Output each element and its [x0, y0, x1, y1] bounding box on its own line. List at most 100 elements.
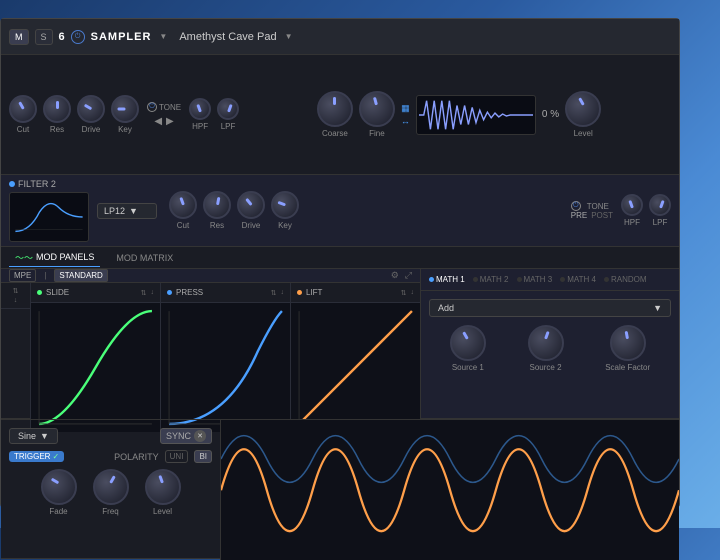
trigger-check-icon: ✓: [52, 452, 59, 461]
cut-knob-circle[interactable]: [9, 95, 37, 123]
arrow-right[interactable]: ▶: [166, 116, 174, 127]
sync-x-button[interactable]: ✕: [194, 430, 206, 442]
math4-tab[interactable]: MATH 4: [560, 275, 596, 284]
drive-label: Drive: [82, 125, 101, 134]
s-badge[interactable]: S: [35, 29, 53, 45]
top-bar: M S 6 ⏻ SAMPLER ▼ Amethyst Cave Pad ▼: [1, 19, 679, 55]
slide-icon[interactable]: ⇅: [141, 289, 147, 297]
filter-dropdown-arrow: ▼: [129, 206, 138, 216]
synth-main-row: Cut Res Drive Key ⏻ TONE ◀ ▶: [1, 55, 679, 175]
math-knobs-row: Source 1 Source 2 Scale Factor: [429, 325, 671, 372]
drive-knob[interactable]: Drive: [77, 95, 105, 134]
cut-knob[interactable]: Cut: [9, 95, 37, 134]
math-header: MATH 1 MATH 2 MATH 3 MATH 4 RANDOM: [421, 269, 679, 291]
f2-tone-power[interactable]: ⏻: [571, 201, 581, 211]
lfo-controls: Sine ▼ SYNC ✕ TRIGGER ✓ POLARITY: [1, 420, 221, 560]
lift-icon[interactable]: ⇅: [401, 289, 407, 297]
f2-tone-label: TONE: [587, 202, 609, 211]
waveform-display: [416, 95, 536, 135]
key-knob[interactable]: Key: [111, 95, 139, 134]
lift-icon2[interactable]: ↓: [411, 289, 415, 296]
uni-badge[interactable]: UNI: [165, 450, 189, 463]
filter-curve: [9, 192, 89, 242]
filter2-dot: [9, 181, 15, 187]
power-button[interactable]: ⏻: [71, 30, 85, 44]
key-label: Key: [118, 125, 132, 134]
bi-badge[interactable]: BI: [194, 450, 212, 463]
source2-knob[interactable]: Source 2: [528, 325, 564, 372]
lift-header: LIFT ⇅ ↓: [291, 283, 420, 303]
math-body: Add ▼ Source 1 Source 2 Scale Factor: [421, 291, 679, 418]
m-badge[interactable]: M: [9, 29, 29, 45]
mpe-header: MPE | STANDARD ⚙ ⤢: [1, 269, 420, 283]
mpe-expand-icon[interactable]: ⤢: [405, 270, 412, 281]
math1-tab[interactable]: MATH 1: [429, 275, 465, 284]
polarity-label: POLARITY: [114, 452, 159, 462]
scale-factor-knob[interactable]: Scale Factor: [605, 325, 650, 372]
slide-col: SLIDE ⇅ ↓: [31, 283, 161, 432]
mpe-badge[interactable]: MPE: [9, 269, 36, 282]
coarse-knob[interactable]: Coarse: [317, 91, 353, 138]
f2-hpf-knob[interactable]: HPF: [621, 194, 643, 227]
press-curve: [161, 303, 290, 432]
sampler-dropdown-arrow[interactable]: ▼: [159, 32, 167, 41]
lfo-body: Sine ▼ SYNC ✕ TRIGGER ✓ POLARITY: [1, 420, 679, 560]
key-knob-circle[interactable]: [111, 95, 139, 123]
f2-drive-knob[interactable]: Drive: [237, 191, 265, 230]
res-knob[interactable]: Res: [43, 95, 71, 134]
res-knob-circle[interactable]: [43, 95, 71, 123]
lift-curve: [291, 303, 420, 432]
fine-knob[interactable]: Fine: [359, 91, 395, 138]
arrow-left[interactable]: ◀: [154, 116, 162, 127]
math3-tab[interactable]: MATH 3: [517, 275, 553, 284]
math2-tab[interactable]: MATH 2: [473, 275, 509, 284]
slide-icon2[interactable]: ↓: [151, 289, 155, 296]
level-main-knob[interactable]: Level: [565, 91, 601, 138]
trigger-badge[interactable]: TRIGGER ✓: [9, 451, 64, 462]
press-header: PRESS ⇅ ↓: [161, 283, 290, 303]
tab-mod-matrix[interactable]: MOD MATRIX: [110, 251, 179, 265]
random-tab[interactable]: RANDOM: [604, 275, 647, 284]
filter-type-dropdown[interactable]: LP12 ▼: [97, 203, 157, 219]
lfo-section: LFO 1 LFO 2 LFO 3 LFO 4 LFO 5 MULTI-MOD …: [1, 419, 679, 559]
drive-knob-circle[interactable]: [77, 95, 105, 123]
sync-badge[interactable]: SYNC ✕: [160, 428, 212, 444]
lfo-wave-display: [221, 420, 679, 560]
track-number: 6: [59, 31, 65, 43]
f2-res-knob[interactable]: Res: [203, 191, 231, 230]
freq-knob[interactable]: Freq: [93, 469, 129, 516]
operation-dropdown-arrow: ▼: [653, 303, 662, 313]
mpe-section: MPE | STANDARD ⚙ ⤢ ⇅ ↓: [1, 269, 421, 418]
preset-dropdown-arrow[interactable]: ▼: [285, 32, 293, 41]
fade-knob[interactable]: Fade: [41, 469, 77, 516]
mpe-settings-icon[interactable]: ⚙: [391, 270, 399, 281]
slide-dot: [37, 290, 42, 295]
f2-lpf-knob[interactable]: LPF: [649, 194, 671, 227]
lpf-knob[interactable]: LPF: [217, 98, 239, 131]
slide-icon1[interactable]: ⇅: [13, 287, 19, 295]
pre-post-toggle[interactable]: PRE POST: [571, 211, 613, 220]
slide-header: SLIDE ⇅ ↓: [31, 283, 160, 303]
tab-mod-panels[interactable]: 〜〜 MOD PANELS: [9, 249, 100, 267]
operation-dropdown[interactable]: Add ▼: [429, 299, 671, 317]
tone-label: TONE: [159, 103, 181, 112]
f2-key-knob[interactable]: Key: [271, 191, 299, 230]
tone-power[interactable]: ⏻: [147, 102, 157, 112]
press-icon2[interactable]: ↓: [281, 289, 285, 296]
press-icon[interactable]: ⇅: [271, 289, 277, 297]
source1-knob[interactable]: Source 1: [450, 325, 486, 372]
hpf-knob[interactable]: HPF: [189, 98, 211, 131]
lift-dot: [297, 290, 302, 295]
slide-curve: [31, 303, 160, 432]
lfo-level-knob[interactable]: Level: [145, 469, 181, 516]
waveform-dropdown[interactable]: Sine ▼: [9, 428, 58, 444]
mod-panels-bar: 〜〜 MOD PANELS MOD MATRIX: [1, 247, 679, 269]
press-dot: [167, 290, 172, 295]
standard-badge[interactable]: STANDARD: [54, 269, 107, 282]
waveform-dropdown-arrow: ▼: [40, 431, 49, 441]
mpe-curves: ⇅ ↓ SLIDE ⇅ ↓: [1, 283, 420, 432]
sampler-label: SAMPLER: [91, 31, 152, 43]
slide-icon2[interactable]: ↓: [14, 297, 18, 304]
cut-label: Cut: [17, 125, 29, 134]
f2-cut-knob[interactable]: Cut: [169, 191, 197, 230]
